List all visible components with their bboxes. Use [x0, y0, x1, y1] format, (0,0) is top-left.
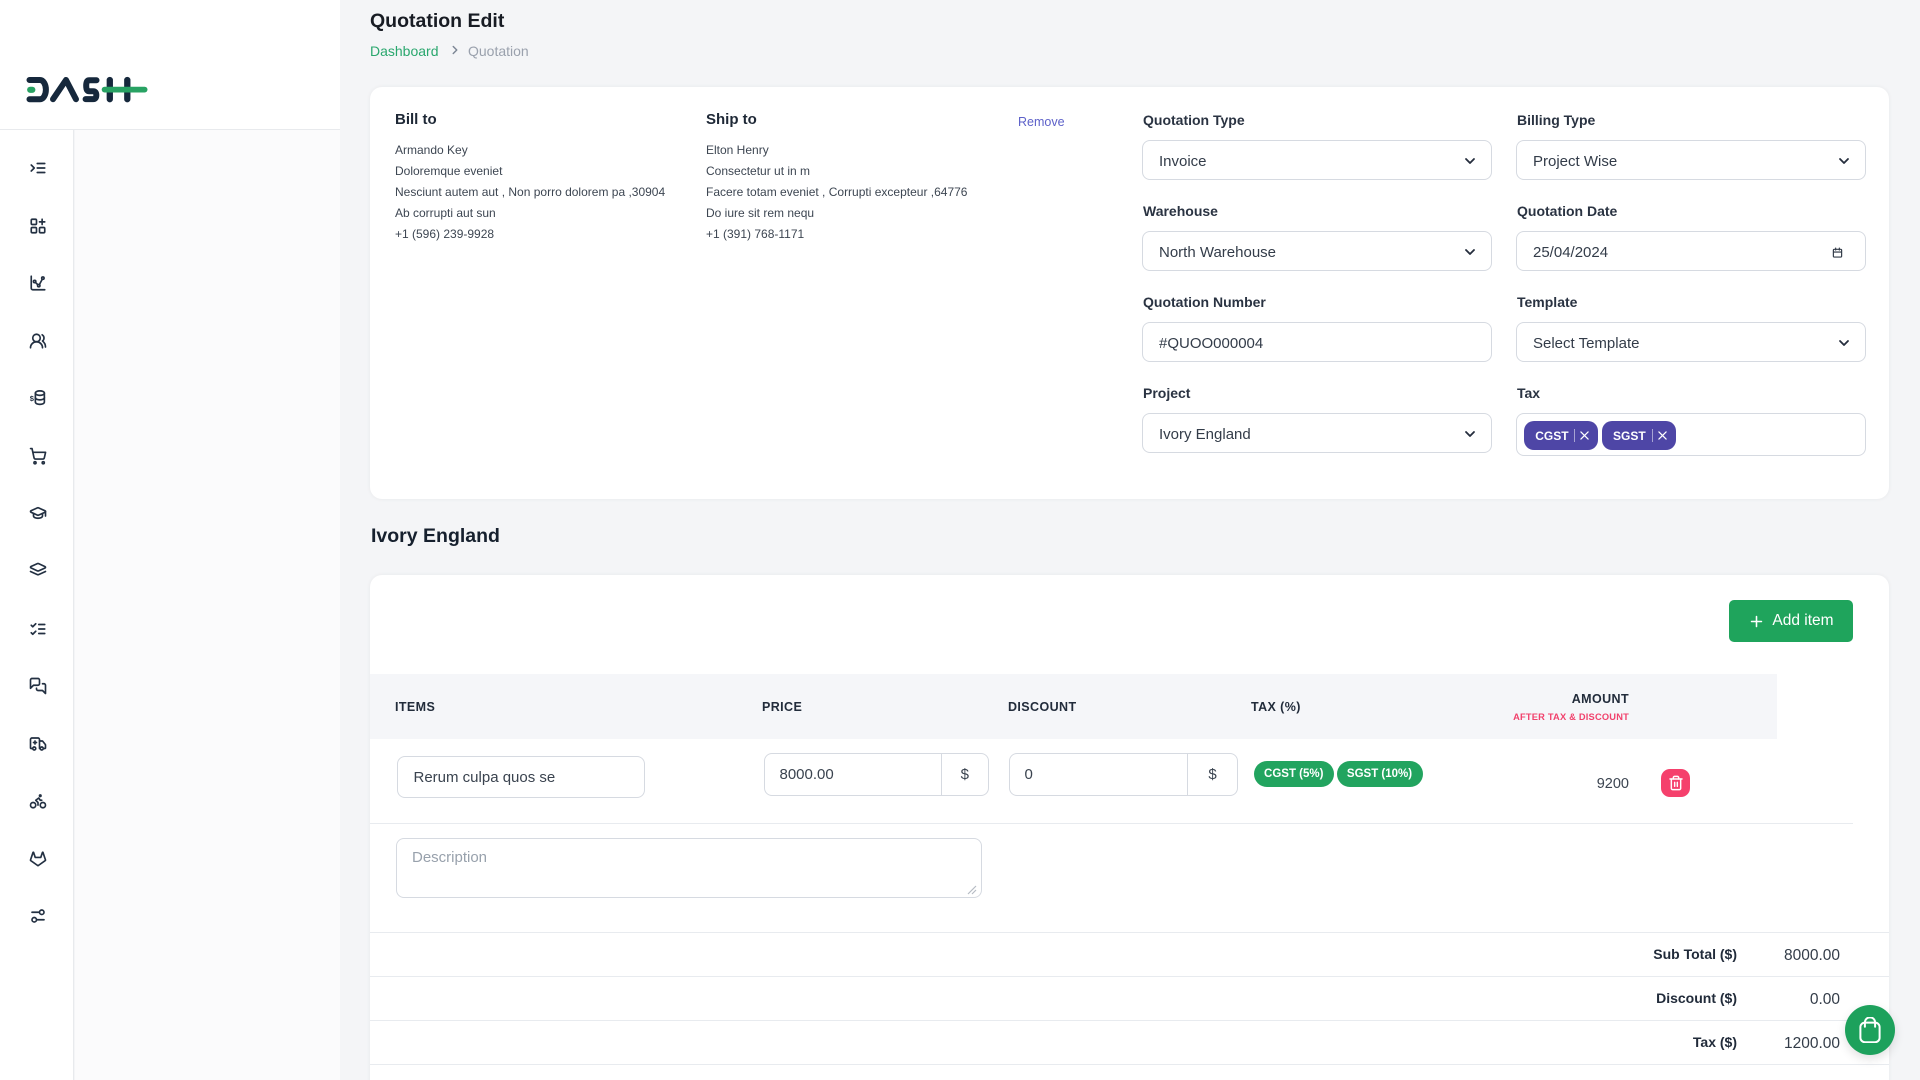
svg-text:$: $ [29, 394, 34, 403]
